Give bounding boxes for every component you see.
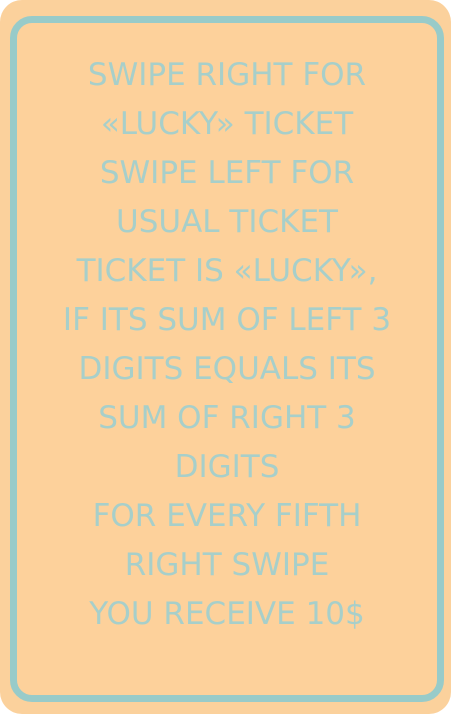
instruction-line-lucky-ticket: «LUCKY» TICKET: [100, 106, 354, 142]
instruction-line-left-sum: IF ITS SUM OF LEFT 3: [62, 302, 392, 338]
instruction-line-ticket-is-lucky: TICKET IS «LUCKY»,: [76, 253, 378, 289]
instruction-line-digits-equals: DIGITS EQUALS ITS: [78, 351, 376, 387]
instruction-line-right-swipe: RIGHT SWIPE: [124, 547, 330, 583]
instruction-line-swipe-left: SWIPE LEFT FOR: [99, 155, 355, 191]
instruction-line-digits: DIGITS: [174, 449, 280, 485]
instruction-text: SWIPE RIGHT FOR «LUCKY» TICKET SWIPE LEF…: [17, 51, 437, 639]
instruction-line-reward: YOU RECEIVE 10$: [89, 596, 365, 632]
instruction-line-every-fifth: FOR EVERY FIFTH: [92, 498, 362, 534]
instruction-line-right-sum: SUM OF RIGHT 3: [98, 400, 356, 436]
instruction-card: SWIPE RIGHT FOR «LUCKY» TICKET SWIPE LEF…: [0, 0, 451, 714]
instruction-line-swipe-right: SWIPE RIGHT FOR: [87, 57, 367, 93]
instruction-card-frame: SWIPE RIGHT FOR «LUCKY» TICKET SWIPE LEF…: [10, 16, 444, 702]
instruction-line-usual-ticket: USUAL TICKET: [116, 204, 338, 240]
